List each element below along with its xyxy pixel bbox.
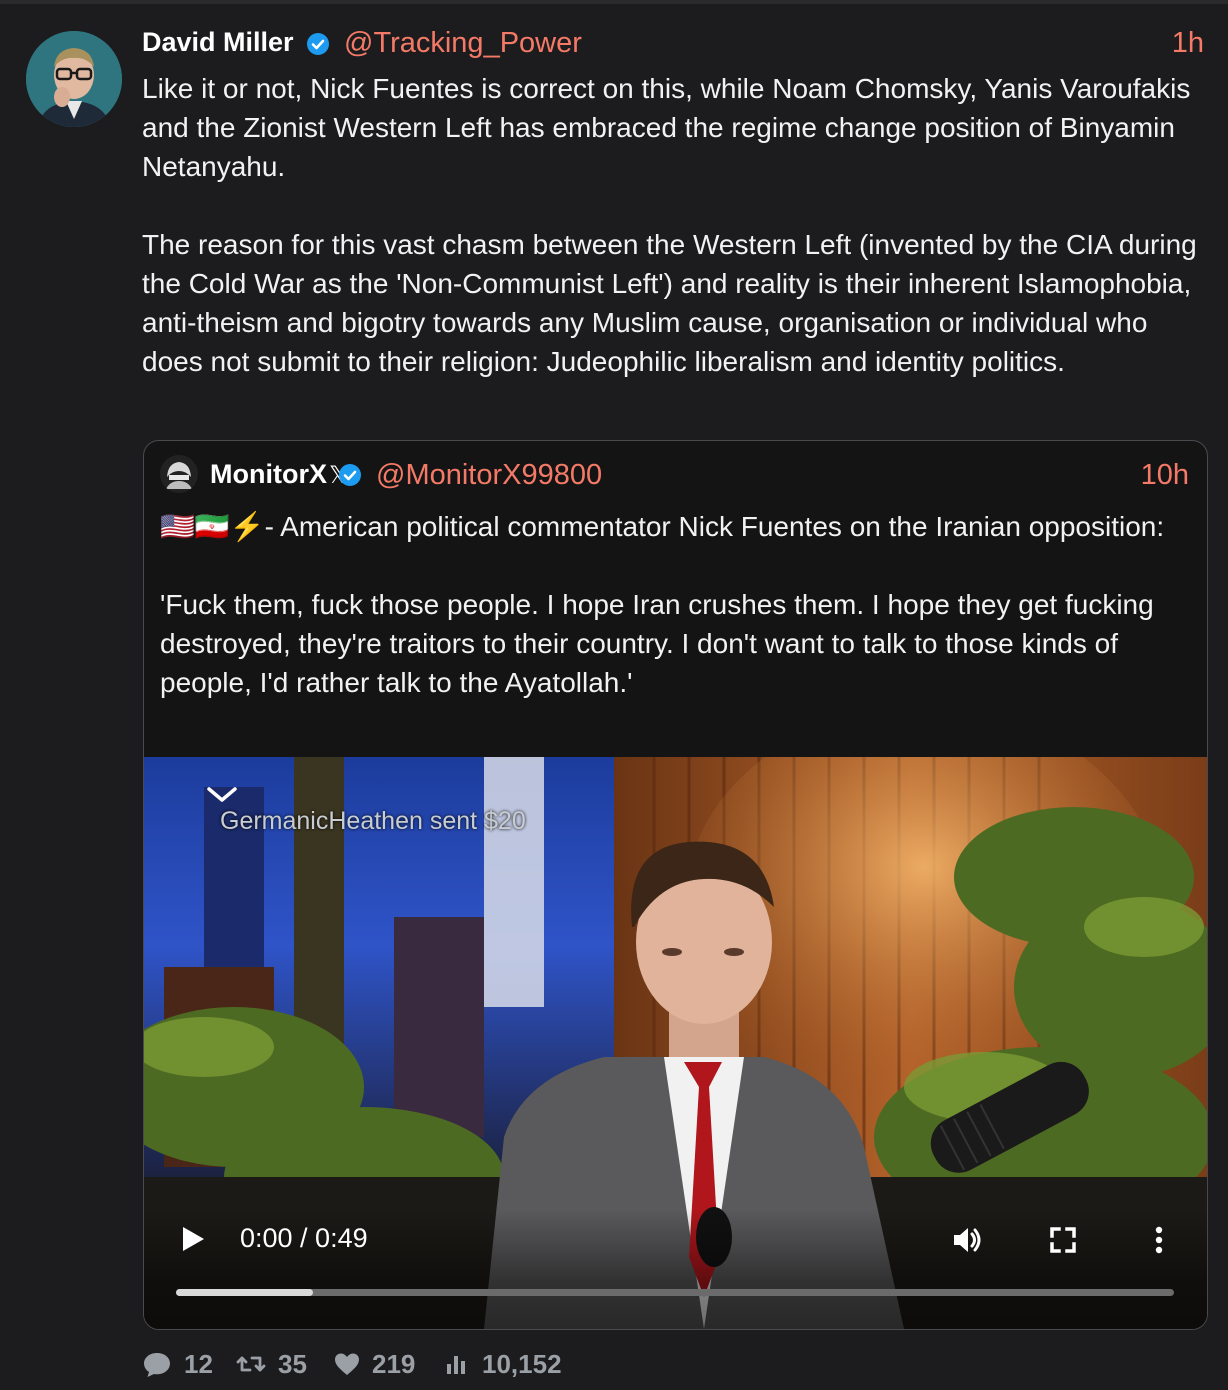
avatar-image: [26, 31, 122, 127]
views-button[interactable]: 10,152: [444, 1344, 584, 1384]
chevron-down-icon[interactable]: [206, 785, 238, 805]
views-count: 10,152: [482, 1349, 562, 1379]
verified-badge-icon: [307, 33, 329, 55]
quote-avatar[interactable]: [160, 455, 198, 493]
video-progress-fill: [176, 1289, 313, 1296]
like-button[interactable]: 219: [332, 1344, 422, 1384]
reply-count: 12: [184, 1349, 213, 1379]
video-player[interactable]: GermanicHeathen sent $20 0:00 / 0:49: [144, 757, 1207, 1329]
reply-button[interactable]: 12: [142, 1344, 222, 1384]
quote-author-name[interactable]: MonitorX𝕏: [210, 459, 348, 490]
repost-icon: [236, 1356, 266, 1372]
tweet-header: David Miller @Tracking_Power 1h: [142, 24, 1204, 62]
volume-icon[interactable]: [950, 1223, 984, 1257]
tweet-actions: 12 35 219 10,152: [142, 1344, 742, 1384]
donation-overlay-text: GermanicHeathen sent $20: [220, 807, 526, 835]
more-options-icon[interactable]: [1142, 1223, 1176, 1257]
quote-avatar-image: [160, 455, 198, 493]
repost-button[interactable]: 35: [236, 1344, 316, 1384]
like-count: 219: [372, 1349, 416, 1379]
quote-text: 🇺🇸🇮🇷⚡- American political commentator Ni…: [160, 511, 1165, 698]
author-name[interactable]: David Miller: [142, 27, 294, 58]
top-divider: [0, 0, 1228, 4]
quote-time[interactable]: 10h: [1141, 459, 1189, 492]
reply-icon: [144, 1353, 170, 1377]
tweet-time[interactable]: 1h: [1172, 27, 1204, 60]
video-controls: 0:00 / 0:49: [144, 1209, 1207, 1329]
repost-count: 35: [278, 1349, 307, 1379]
verified-badge-icon: [339, 464, 361, 486]
quoted-tweet[interactable]: MonitorX𝕏 @MonitorX99800 10h 🇺🇸🇮🇷⚡- Amer…: [143, 440, 1208, 1330]
fullscreen-icon[interactable]: [1046, 1223, 1080, 1257]
video-time-display: 0:00 / 0:49: [240, 1223, 368, 1253]
video-progress-bar[interactable]: [176, 1289, 1174, 1296]
views-chart-icon: [447, 1356, 465, 1374]
heart-icon: [335, 1353, 359, 1375]
quote-author-handle[interactable]: @MonitorX99800: [376, 459, 602, 492]
tweet-text: Like it or not, Nick Fuentes is correct …: [142, 73, 1197, 377]
author-handle[interactable]: @Tracking_Power: [344, 27, 582, 60]
avatar[interactable]: [26, 31, 122, 127]
play-icon[interactable]: [180, 1225, 206, 1253]
